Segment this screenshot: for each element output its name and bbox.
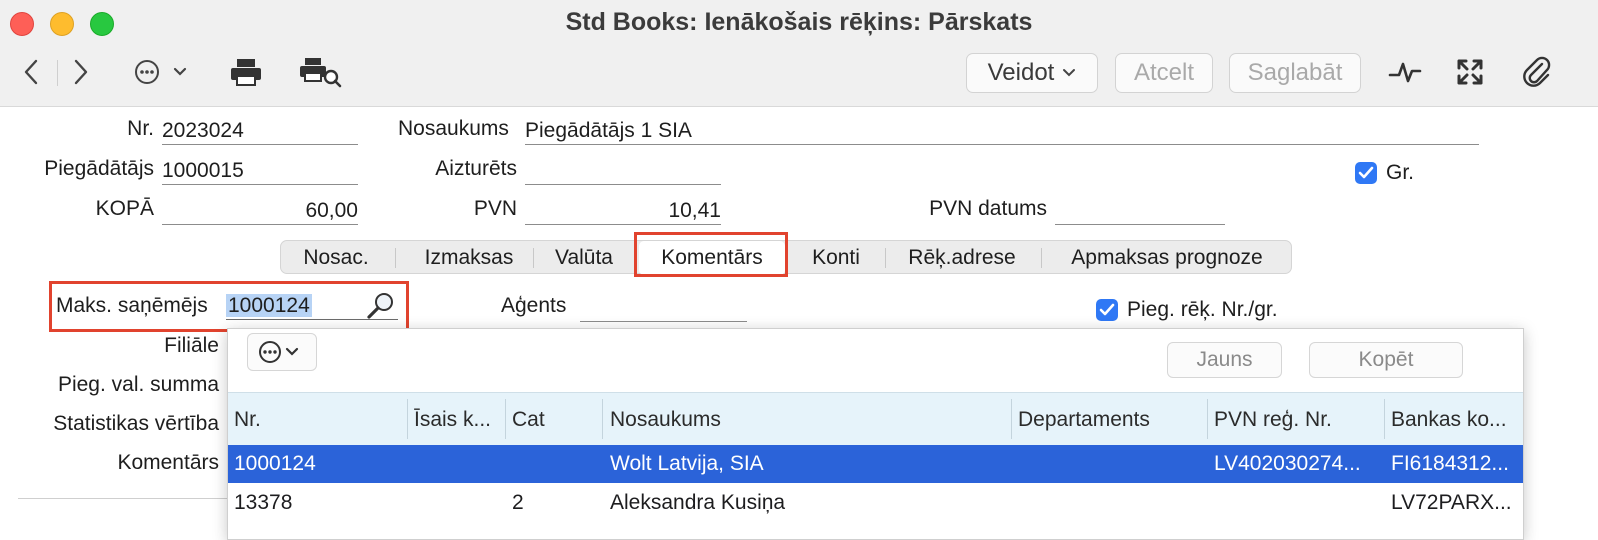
supplier-currency-label: Pieg. val. summa <box>57 373 219 396</box>
tab-apmaksas-prognoze[interactable]: Apmaksas prognoze <box>1049 241 1285 275</box>
supplier-label: Piegādātājs <box>44 157 154 180</box>
payee-label: Maks. saņēmējs <box>56 294 208 317</box>
attachment-icon[interactable] <box>1518 54 1556 90</box>
vat-date-field[interactable] <box>1055 197 1225 225</box>
popup-copy-button[interactable]: Kopēt <box>1309 342 1463 378</box>
tab-izmaksas[interactable]: Izmaksas <box>403 241 535 275</box>
agent-field[interactable] <box>580 294 747 322</box>
save-button[interactable]: Saglabāt <box>1229 53 1361 93</box>
cell-vat-reg: LV402030274... <box>1214 452 1361 475</box>
popup-new-button[interactable]: Jauns <box>1167 342 1282 378</box>
tab-highlight-box <box>634 232 788 277</box>
fullscreen-icon[interactable] <box>1452 54 1488 90</box>
print-preview-icon[interactable] <box>298 54 342 90</box>
back-icon[interactable] <box>16 54 46 90</box>
cell-name: Aleksandra Kusiņa <box>610 491 786 514</box>
total-label: KOPĀ <box>95 197 154 220</box>
vat-date-label: PVN datums <box>929 197 1047 220</box>
cell-vat-reg <box>1214 484 1382 522</box>
col-name[interactable]: Nosaukums <box>610 393 1010 446</box>
tab-valuta[interactable]: Valūta <box>541 241 627 275</box>
forward-icon[interactable] <box>66 54 96 90</box>
cell-cat <box>512 445 598 483</box>
col-nr[interactable]: Nr. <box>234 393 402 446</box>
tab-rek-adrese[interactable]: Rēķ.adrese <box>893 241 1031 275</box>
table-row[interactable]: 13378 2 Aleksandra Kusiņa LV72PARX... <box>228 484 1523 522</box>
supplier-invoice-checkbox[interactable] <box>1096 299 1118 321</box>
col-short-name[interactable]: Īsais k... <box>414 393 502 446</box>
total-field[interactable]: 60,00 <box>162 197 358 225</box>
print-icon[interactable] <box>228 54 264 90</box>
comment-label: Komentārs <box>117 451 219 474</box>
col-vat-reg[interactable]: PVN reģ. Nr. <box>1214 393 1382 446</box>
supplier-field[interactable]: 1000015 <box>162 157 358 185</box>
col-cat[interactable]: Cat <box>512 393 598 446</box>
vat-label: PVN <box>473 197 517 220</box>
search-icon[interactable] <box>366 291 396 321</box>
gr-checkbox[interactable] <box>1355 162 1377 184</box>
table-row[interactable]: 1000124 Wolt Latvija, SIA LV402030274...… <box>228 445 1523 483</box>
window-title: Std Books: Ienākošais rēķins: Pārskats <box>565 8 1033 36</box>
cell-short-name <box>414 484 502 522</box>
tab-nosac[interactable]: Nosac. <box>289 241 383 275</box>
cell-nr: 13378 <box>234 491 293 514</box>
name-label: Nosaukums <box>398 117 509 140</box>
name-field[interactable]: Piegādātājs 1 SIA <box>525 117 1479 145</box>
supplier-invoice-label: Pieg. rēķ. Nr./gr. <box>1127 298 1278 321</box>
payee-lookup-popup: Jauns Kopēt Nr. Īsais k... Cat Nosaukums… <box>227 328 1524 540</box>
nr-field[interactable]: 2023024 <box>162 117 358 145</box>
cell-bank-code: FI6184312... <box>1391 452 1509 475</box>
tab-konti[interactable]: Konti <box>795 241 877 275</box>
cell-nr: 1000124 <box>234 452 316 475</box>
on-hold-field[interactable] <box>525 157 721 185</box>
cell-department <box>1018 445 1204 483</box>
nr-label: Nr. <box>127 117 154 140</box>
chevron-down-icon <box>1063 69 1076 77</box>
more-actions-button[interactable] <box>132 54 192 90</box>
cell-cat: 2 <box>512 491 524 514</box>
checkmark-icon <box>1358 166 1374 179</box>
divider <box>18 498 228 499</box>
branch-label: Filiāle <box>164 334 219 357</box>
cell-name: Wolt Latvija, SIA <box>610 452 764 475</box>
vat-field[interactable]: 10,41 <box>525 197 721 225</box>
cell-short-name <box>414 445 502 483</box>
gr-label: Gr. <box>1386 161 1415 184</box>
col-bank-code[interactable]: Bankas ko... <box>1391 393 1521 446</box>
cell-department <box>1018 484 1204 522</box>
popup-more-button[interactable] <box>247 333 317 371</box>
stat-value-label: Statistikas vērtība <box>53 412 219 435</box>
cancel-button[interactable]: Atcelt <box>1115 53 1213 93</box>
window-toolbar: Std Books: Ienākošais rēķins: Pārskats V… <box>0 0 1598 107</box>
create-label: Veidot <box>987 59 1055 86</box>
cell-bank-code: LV72PARX... <box>1391 491 1512 514</box>
payee-value: 1000124 <box>226 294 312 317</box>
col-department[interactable]: Departaments <box>1018 393 1204 446</box>
create-dropdown-button[interactable]: Veidot <box>966 53 1098 93</box>
checkmark-icon <box>1099 303 1115 316</box>
on-hold-label: Aizturēts <box>435 157 517 180</box>
grid-header: Nr. Īsais k... Cat Nosaukums Departament… <box>228 392 1523 447</box>
agent-label: Aģents <box>501 294 567 317</box>
activity-icon[interactable] <box>1386 54 1424 90</box>
